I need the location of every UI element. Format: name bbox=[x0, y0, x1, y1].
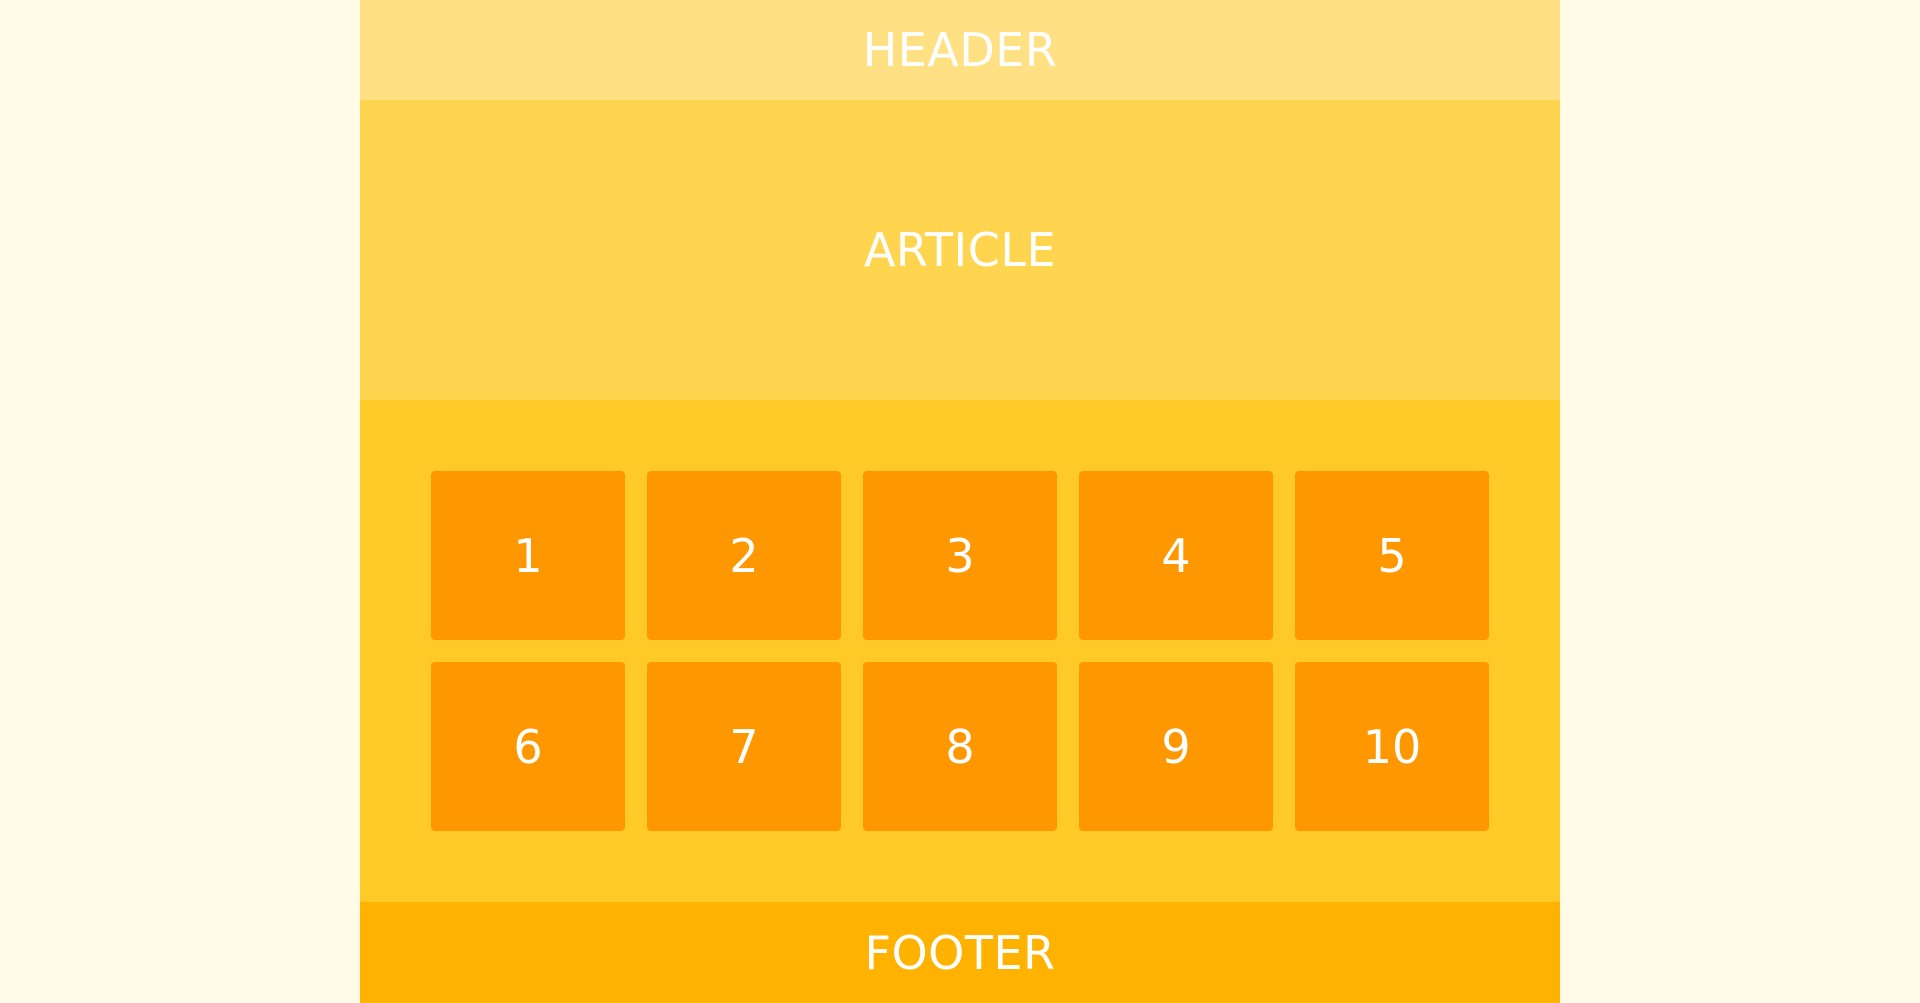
tile-grid: 1 2 3 4 5 6 7 8 9 10 bbox=[431, 471, 1489, 831]
grid-tile: 7 bbox=[647, 662, 841, 831]
footer-label: FOOTER bbox=[864, 925, 1056, 980]
article-label: ARTICLE bbox=[863, 223, 1057, 277]
page-container: HEADER ARTICLE 1 2 3 4 5 6 7 8 9 10 FOOT… bbox=[360, 0, 1560, 1003]
grid-tile: 10 bbox=[1295, 662, 1489, 831]
grid-tile: 8 bbox=[863, 662, 1057, 831]
grid-tile: 1 bbox=[431, 471, 625, 640]
grid-tile: 4 bbox=[1079, 471, 1273, 640]
grid-tile: 3 bbox=[863, 471, 1057, 640]
grid-tile: 5 bbox=[1295, 471, 1489, 640]
grid-tile: 2 bbox=[647, 471, 841, 640]
grid-tile: 9 bbox=[1079, 662, 1273, 831]
header-label: HEADER bbox=[862, 23, 1058, 77]
grid-tile: 6 bbox=[431, 662, 625, 831]
grid-section: 1 2 3 4 5 6 7 8 9 10 bbox=[360, 400, 1560, 902]
footer: FOOTER bbox=[360, 902, 1560, 1003]
header: HEADER bbox=[360, 0, 1560, 100]
article: ARTICLE bbox=[360, 100, 1560, 400]
